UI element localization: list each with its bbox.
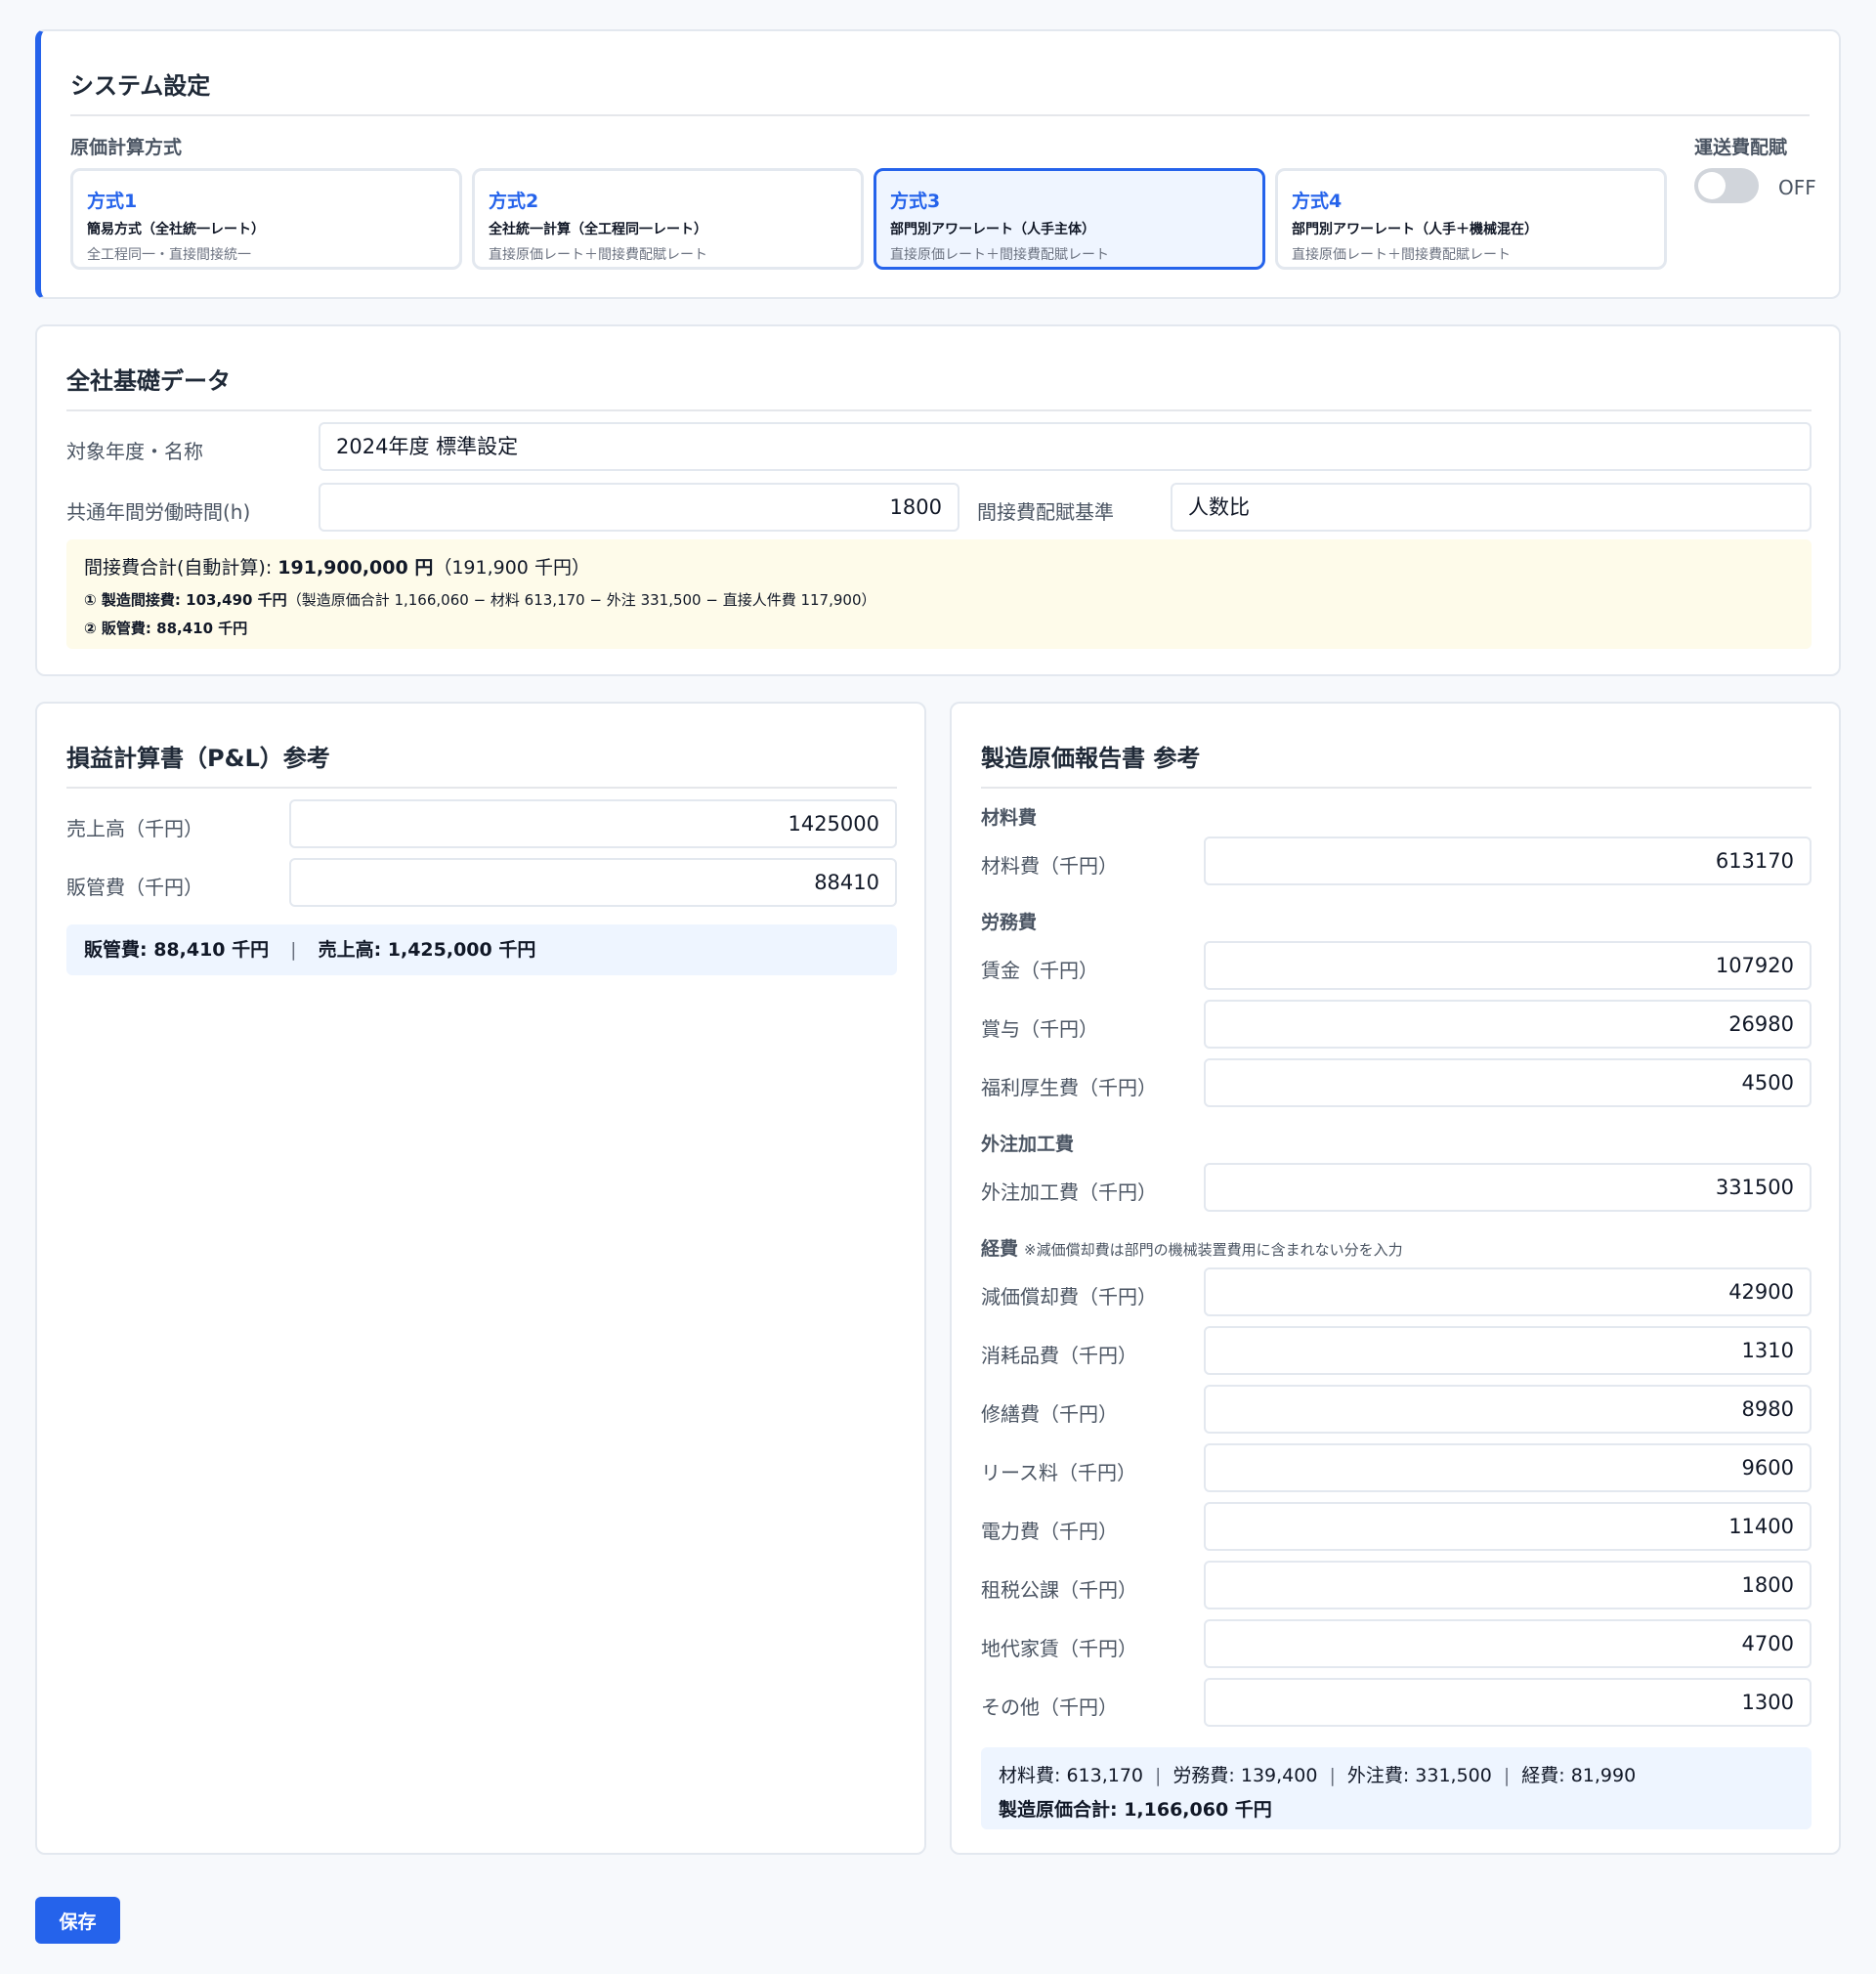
cost-method-label: 原価計算方式 [70,137,183,158]
sales-input[interactable]: 1425000 [289,799,897,848]
sga-label: 販管費（千円） [66,876,203,899]
sga-line: ② 販管費: 88,410 千円 [84,620,248,637]
hours-label: 共通年間労働時間(h) [66,500,251,524]
expense-label: 修繕費（千円） [981,1402,1118,1426]
method-desc: 部門別アワーレート（人手＋機械混在） [1292,222,1538,237]
labor-section-head: 労務費 [981,912,1038,933]
manufacturing-cost-summary: 材料費: 613,170 | 労務費: 139,400 | 外注費: 331,500 | 経… [981,1747,1812,1829]
save-button[interactable]: 保存 [35,1897,120,1944]
sales-label: 売上高（千円） [66,817,203,840]
bonus-input[interactable]: 26980 [1204,1000,1812,1049]
overhead-total: 間接費合計(自動計算): 191,900,000 円（191,900 千円） [84,557,590,579]
year-name-input[interactable]: 2024年度 標準設定 [319,422,1812,471]
method-card-3[interactable]: 方式3 部門別アワーレート（人手主体） 直接原価レート＋間接費配賦レート [874,168,1265,270]
outsource-section-head: 外注加工費 [981,1134,1075,1155]
bonus-label: 賞与（千円） [981,1017,1098,1041]
system-settings-title: システム設定 [70,66,1810,116]
method-sub: 全工程同一・直接間接統一 [87,247,251,263]
expense-label: 電力費（千円） [981,1520,1118,1543]
method-sub: 直接原価レート＋間接費配賦レート [890,247,1109,263]
toggle-knob [1698,172,1726,199]
lease-input[interactable]: 9600 [1204,1443,1812,1492]
material-section-head: 材料費 [981,807,1038,829]
other-expense-input[interactable]: 1300 [1204,1678,1812,1727]
expense-label: リース料（千円） [981,1461,1136,1484]
wage-input[interactable]: 107920 [1204,941,1812,990]
expense-note: ※減価償却費は部門の機械装置費用に含まれない分を入力 [1024,1241,1403,1259]
consumables-input[interactable]: 1310 [1204,1326,1812,1375]
welfare-input[interactable]: 4500 [1204,1058,1812,1107]
electricity-input[interactable]: 11400 [1204,1502,1812,1551]
manufacturing-cost-card: 製造原価報告書 参考 材料費 材料費（千円） 613170 労務費 賃金（千円）… [950,702,1841,1855]
system-settings-card: システム設定 原価計算方式 方式1 簡易方式（全社統一レート） 全工程同一・直接… [35,29,1841,299]
repair-input[interactable]: 8980 [1204,1385,1812,1434]
expense-label: 租税公課（千円） [981,1578,1137,1602]
method-name: 方式2 [489,191,539,212]
method-sub: 直接原価レート＋間接費配賦レート [1292,247,1511,263]
base-data-card: 全社基礎データ 対象年度・名称 2024年度 標準設定 共通年間労働時間(h) … [35,324,1841,676]
method-name: 方式3 [890,191,941,212]
taxes-input[interactable]: 1800 [1204,1561,1812,1609]
pl-card: 損益計算書（P&L）参考 売上高（千円） 1425000 販管費（千円） 884… [35,702,926,1855]
pl-summary: 販管費: 88,410 千円 | 売上高: 1,425,000 千円 [66,924,897,975]
allocation-basis-label: 間接費配賦基準 [977,500,1114,524]
pl-title: 損益計算書（P&L）参考 [66,739,897,789]
manufacturing-cost-title: 製造原価報告書 参考 [981,739,1812,789]
method-card-1[interactable]: 方式1 簡易方式（全社統一レート） 全工程同一・直接間接統一 [70,168,462,270]
method-desc: 全社統一計算（全工程同一レート） [489,222,707,237]
expense-section-head: 経費 ※減価償却費は部門の機械装置費用に含まれない分を入力 [981,1238,1403,1260]
shipping-allocation-label: 運送費配賦 [1694,137,1788,158]
allocation-basis-input[interactable]: 人数比 [1171,483,1812,532]
summary-breakdown: 材料費: 613,170 | 労務費: 139,400 | 外注費: 331,500 | 経… [999,1765,1637,1786]
sga-input[interactable]: 88410 [289,858,897,907]
expense-label: その他（千円） [981,1695,1118,1719]
expense-label: 地代家賃（千円） [981,1637,1137,1660]
expense-label: 消耗品費（千円） [981,1344,1137,1367]
year-label: 対象年度・名称 [66,440,203,463]
method-card-4[interactable]: 方式4 部門別アワーレート（人手＋機械混在） 直接原価レート＋間接費配賦レート [1275,168,1667,270]
method-name: 方式4 [1292,191,1343,212]
outsource-input[interactable]: 331500 [1204,1163,1812,1212]
rent-input[interactable]: 4700 [1204,1619,1812,1668]
expense-label: 減価償却費（千円） [981,1285,1157,1309]
outsource-label: 外注加工費（千円） [981,1180,1157,1204]
manufacturing-overhead-line: ① 製造間接費: 103,490 千円（製造原価合計 1,166,060 − 材… [84,591,876,609]
method-card-2[interactable]: 方式2 全社統一計算（全工程同一レート） 直接原価レート＋間接費配賦レート [472,168,864,270]
material-input[interactable]: 613170 [1204,837,1812,885]
base-data-title: 全社基礎データ [66,362,1812,411]
method-desc: 簡易方式（全社統一レート） [87,222,265,237]
method-sub: 直接原価レート＋間接費配賦レート [489,247,707,263]
annual-hours-input[interactable]: 1800 [319,483,959,532]
depreciation-input[interactable]: 42900 [1204,1267,1812,1316]
shipping-allocation-toggle[interactable] [1694,168,1759,203]
method-name: 方式1 [87,191,138,212]
method-desc: 部門別アワーレート（人手主体） [890,222,1095,237]
material-label: 材料費（千円） [981,854,1118,878]
overhead-total-note: 間接費合計(自動計算): 191,900,000 円（191,900 千円） ①… [66,539,1812,649]
welfare-label: 福利厚生費（千円） [981,1076,1157,1099]
shipping-allocation-state: OFF [1778,176,1816,199]
summary-total: 製造原価合計: 1,166,060 千円 [999,1799,1272,1821]
wage-label: 賃金（千円） [981,959,1098,982]
